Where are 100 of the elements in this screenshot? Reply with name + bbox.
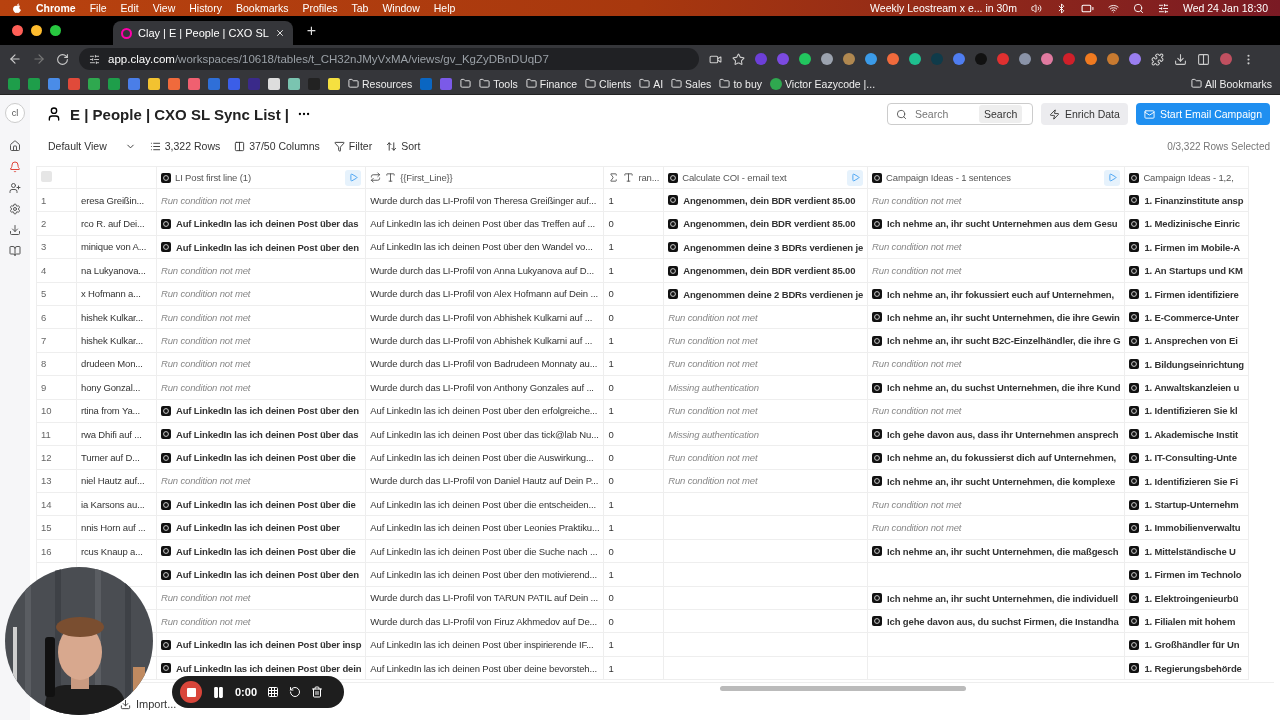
import-link[interactable]: Import... [136, 698, 177, 711]
pause-button[interactable] [212, 685, 225, 699]
bookmark-icon[interactable] [168, 77, 180, 90]
maximize-button[interactable] [50, 25, 61, 36]
search-icon[interactable] [1132, 2, 1144, 14]
extension-icon[interactable] [843, 53, 855, 65]
bookmark-icon[interactable] [88, 77, 100, 90]
menu-item[interactable]: File [89, 2, 107, 14]
columns-button[interactable]: 37/50 Columns [234, 140, 320, 152]
extension-icon[interactable] [997, 53, 1009, 65]
table-cell: Ich nehme an, du suchst Unternehmen, die ihre Kund [872, 382, 1121, 394]
profile-avatar[interactable] [1220, 53, 1232, 65]
bookmark-link[interactable]: Victor Eazycode |... [770, 77, 876, 90]
row-number: 1 [41, 194, 47, 206]
restart-button[interactable] [289, 686, 302, 698]
browser-tab[interactable]: Clay | E | People | CXO SL [113, 21, 293, 45]
table-cell: Auf LinkedIn las ich deinen Post über die entscheiden... [370, 498, 596, 510]
bell-icon[interactable] [9, 161, 21, 173]
enrich-data-button[interactable]: Enrich Data [1041, 103, 1128, 125]
settings-icon[interactable] [9, 203, 21, 215]
menu-item[interactable]: Tab [351, 2, 369, 14]
view-dropdown[interactable]: Default View [48, 140, 136, 152]
extension-icon[interactable] [887, 53, 899, 65]
column-header[interactable]: LI Post first line (1) [175, 172, 251, 183]
ai-icon [872, 593, 883, 604]
bookmark-folder[interactable]: Sales [671, 77, 712, 90]
menu-item[interactable]: History [189, 2, 222, 14]
search-button[interactable]: Search [979, 105, 1023, 123]
bookmark-icon[interactable] [288, 77, 300, 90]
home-icon[interactable] [9, 140, 21, 152]
menu-item[interactable]: View [152, 2, 176, 14]
status-text: Run condition not met [161, 592, 251, 604]
rows-button[interactable]: 3,322 Rows [149, 140, 221, 152]
recording-time: 0:00 [235, 686, 258, 698]
bookmark-folder[interactable]: Tools [479, 77, 518, 90]
extension-icon[interactable] [865, 53, 877, 65]
extension-icon[interactable] [953, 53, 965, 65]
menu-item[interactable]: Chrome [36, 2, 76, 14]
minimize-button[interactable] [31, 25, 42, 36]
extension-icon[interactable] [1129, 53, 1141, 65]
control-center-icon[interactable] [1157, 2, 1169, 14]
delete-button[interactable] [311, 686, 324, 698]
scrollbar-thumb[interactable] [720, 686, 966, 692]
wifi-icon[interactable] [1107, 2, 1119, 14]
bookmark-folder[interactable]: Resources [348, 77, 413, 90]
bookmark-folder[interactable]: Finance [525, 77, 578, 90]
stop-recording-button[interactable] [180, 681, 202, 703]
menu-item[interactable]: Window [382, 2, 420, 14]
menu-item[interactable]: Profiles [302, 2, 338, 14]
extension-icon[interactable] [909, 53, 921, 65]
sort-button[interactable]: Sort [386, 140, 421, 152]
bookmark-icon[interactable] [268, 77, 280, 90]
extension-icon[interactable] [1063, 53, 1075, 65]
filter-button[interactable]: Filter [333, 140, 373, 152]
extension-icon[interactable] [1019, 53, 1031, 65]
menu-item[interactable]: Edit [120, 2, 139, 14]
bookmark-icon[interactable] [148, 77, 160, 90]
calendar-event[interactable]: Weekly Leostream x e... in 30m [870, 2, 1017, 14]
extension-icon[interactable] [1085, 53, 1097, 65]
bookmark-icon[interactable] [188, 77, 200, 90]
table-cell: drudeen Mon... [81, 358, 143, 370]
bookmark-folder[interactable]: Clients [585, 77, 632, 90]
back-icon[interactable] [8, 52, 22, 66]
extension-icon[interactable] [821, 53, 833, 65]
bookmark-star-icon[interactable] [732, 52, 745, 66]
folder-icon[interactable] [460, 78, 472, 89]
add-person-icon[interactable] [9, 182, 21, 194]
menu-item[interactable]: Bookmarks [235, 2, 289, 14]
menu-item[interactable]: Help [433, 2, 456, 14]
reload-icon[interactable] [56, 52, 69, 66]
status-text: Run condition not met [161, 194, 251, 206]
column-header[interactable]: ran... [638, 172, 660, 183]
side-panel-icon[interactable] [1197, 52, 1210, 66]
row-number: 4 [41, 264, 47, 276]
column-header[interactable]: {{First_Line}} [400, 172, 453, 183]
forward-icon[interactable] [32, 52, 46, 66]
select-all-checkbox[interactable] [41, 171, 52, 182]
bookmark-folder[interactable]: All Bookmarks [1190, 77, 1272, 90]
download-icon[interactable] [1174, 52, 1187, 66]
extensions-icon[interactable] [1151, 52, 1164, 66]
status-text: Run condition not met [872, 194, 962, 206]
table-cell: Ich gehe davon aus, dass ihr Unternehmen ansprech [872, 428, 1119, 440]
download-icon[interactable] [9, 224, 21, 236]
bookmark-icon[interactable] [328, 77, 340, 90]
bookmark-folder[interactable]: to buy [719, 77, 762, 90]
workspace-avatar[interactable]: cl [5, 103, 25, 123]
grid-button[interactable] [267, 686, 280, 698]
new-tab-button[interactable]: + [306, 21, 317, 40]
book-icon[interactable] [9, 245, 21, 257]
extension-icon[interactable] [1107, 53, 1119, 65]
address-bar[interactable]: app.clay.com/workspaces/10618/tables/t_CH32nJMyVxMA/views/gv_KgZyDBnDUqD7 [79, 48, 699, 70]
close-icon[interactable] [274, 28, 285, 38]
close-window-button[interactable] [12, 25, 23, 36]
table-cell: ia Karsons au... [81, 498, 145, 510]
search-field[interactable]: Search Search [887, 103, 1033, 125]
bookmark-folder[interactable]: AI [639, 77, 664, 90]
volume-icon[interactable] [1030, 2, 1042, 14]
extension-icon[interactable] [799, 53, 811, 65]
extension-icon[interactable] [1041, 53, 1053, 65]
apple-icon[interactable] [12, 2, 22, 14]
